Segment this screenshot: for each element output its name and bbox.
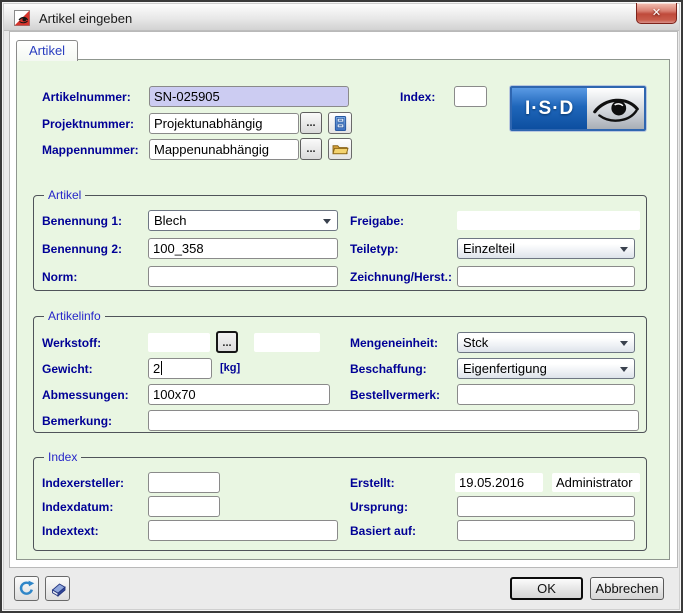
projektnummer-field[interactable] <box>149 113 299 134</box>
benennung1-value: Blech <box>154 213 187 228</box>
abmessungen-field[interactable] <box>148 384 330 405</box>
bemerkung-field[interactable] <box>148 410 639 431</box>
projektnummer-database-button[interactable] <box>328 112 352 134</box>
teiletyp-value: Einzelteil <box>463 241 516 256</box>
eraser-icon <box>51 582 66 597</box>
indexdatum-label: Indexdatum: <box>42 500 114 514</box>
projektnummer-label: Projektnummer: <box>42 117 135 131</box>
refresh-icon <box>19 580 35 595</box>
benennung1-combobox[interactable]: Blech <box>148 210 338 231</box>
zeichnung-herst-field[interactable] <box>457 266 635 287</box>
erstellt-label: Erstellt: <box>350 476 395 490</box>
werkstoff-label: Werkstoff: <box>42 336 102 350</box>
window-title: Artikel eingeben <box>39 11 133 26</box>
indexdatum-field[interactable] <box>148 496 220 517</box>
basiert-auf-label: Basiert auf: <box>350 524 417 538</box>
gewicht-field[interactable] <box>148 358 212 379</box>
basiert-auf-field[interactable] <box>457 520 635 541</box>
ellipsis-icon: ... <box>306 117 316 129</box>
ursprung-field[interactable] <box>457 496 635 517</box>
freigabe-field <box>457 211 640 230</box>
freigabe-label: Freigabe: <box>350 214 405 228</box>
ellipsis-icon: ... <box>222 337 232 349</box>
isd-logo-text-panel: I·S·D <box>512 88 588 129</box>
mappennummer-label: Mappennummer: <box>42 143 139 157</box>
close-button[interactable]: ✕ <box>636 3 677 24</box>
werkstoff-field <box>148 333 210 352</box>
clear-button[interactable] <box>45 576 70 601</box>
indexersteller-field[interactable] <box>148 472 220 493</box>
mappennummer-folder-button[interactable] <box>328 138 352 160</box>
mengeneinheit-label: Mengeneinheit: <box>350 336 439 350</box>
beschaffung-value: Eigenfertigung <box>463 361 547 376</box>
indexersteller-label: Indexersteller: <box>42 476 125 490</box>
refresh-button[interactable] <box>14 576 39 601</box>
ok-button-label: OK <box>537 581 556 596</box>
gewicht-unit-label: [kg] <box>220 362 241 374</box>
index-field[interactable] <box>454 86 487 107</box>
ok-button[interactable]: OK <box>510 577 583 600</box>
artikel-eingeben-dialog: Artikel eingeben ✕ Artikel Artikelnummer… <box>0 0 683 613</box>
folder-icon <box>331 145 349 155</box>
dropdown-arrow-icon <box>620 341 628 346</box>
teiletyp-combobox[interactable]: Einzelteil <box>457 238 635 259</box>
werkstoff-field2 <box>254 333 320 352</box>
benennung2-field[interactable] <box>148 238 338 259</box>
bemerkung-label: Bemerkung: <box>42 414 113 428</box>
ellipsis-icon: ... <box>306 143 316 155</box>
abmessungen-label: Abmessungen: <box>42 388 129 402</box>
dropdown-arrow-icon <box>620 367 628 372</box>
mengeneinheit-value: Stck <box>463 335 489 350</box>
ursprung-label: Ursprung: <box>350 500 408 514</box>
erstellt-user-field: Administrator <box>552 473 640 492</box>
indextext-label: Indextext: <box>42 524 99 538</box>
index-label: Index: <box>400 90 436 104</box>
werkstoff-browse-button[interactable]: ... <box>216 331 238 353</box>
zeichnung-herst-label: Zeichnung/Herst.: <box>350 270 453 284</box>
close-icon: ✕ <box>651 6 662 19</box>
bestellvermerk-label: Bestellvermerk: <box>350 388 441 402</box>
norm-field[interactable] <box>148 266 338 287</box>
benennung2-label: Benennung 2: <box>42 242 122 256</box>
norm-label: Norm: <box>42 270 78 284</box>
dropdown-arrow-icon <box>323 219 331 224</box>
gewicht-label: Gewicht: <box>42 362 93 376</box>
dropdown-arrow-icon <box>620 247 628 252</box>
title-bar[interactable]: Artikel eingeben <box>4 4 679 31</box>
indextext-field[interactable] <box>148 520 338 541</box>
mappennummer-field[interactable] <box>149 139 299 160</box>
mappennummer-browse-button[interactable]: ... <box>300 138 322 160</box>
isd-logo: I·S·D <box>510 86 646 131</box>
artikel-group-title: Artikel <box>44 188 86 202</box>
artikelnummer-field[interactable] <box>149 86 349 107</box>
beschaffung-label: Beschaffung: <box>350 362 427 376</box>
bestellvermerk-field[interactable] <box>457 384 635 405</box>
app-icon <box>14 10 30 26</box>
text-caret <box>161 361 162 375</box>
beschaffung-combobox[interactable]: Eigenfertigung <box>457 358 635 379</box>
artikelinfo-group-title: Artikelinfo <box>44 309 105 323</box>
erstellt-date-field: 19.05.2016 <box>455 473 543 492</box>
cancel-button[interactable]: Abbrechen <box>590 577 664 600</box>
benennung1-label: Benennung 1: <box>42 214 122 228</box>
mengeneinheit-combobox[interactable]: Stck <box>457 332 635 353</box>
teiletyp-label: Teiletyp: <box>350 242 399 256</box>
tab-artikel[interactable]: Artikel <box>16 40 78 61</box>
projektnummer-browse-button[interactable]: ... <box>300 112 322 134</box>
eye-icon <box>592 98 639 122</box>
tab-label: Artikel <box>28 43 66 58</box>
cancel-button-label: Abbrechen <box>595 581 659 596</box>
isd-logo-text: I·S·D <box>524 97 575 119</box>
index-group-title: Index <box>44 450 82 464</box>
isd-logo-eye-panel <box>587 88 644 129</box>
artikelnummer-label: Artikelnummer: <box>42 90 131 104</box>
database-icon <box>334 115 346 131</box>
